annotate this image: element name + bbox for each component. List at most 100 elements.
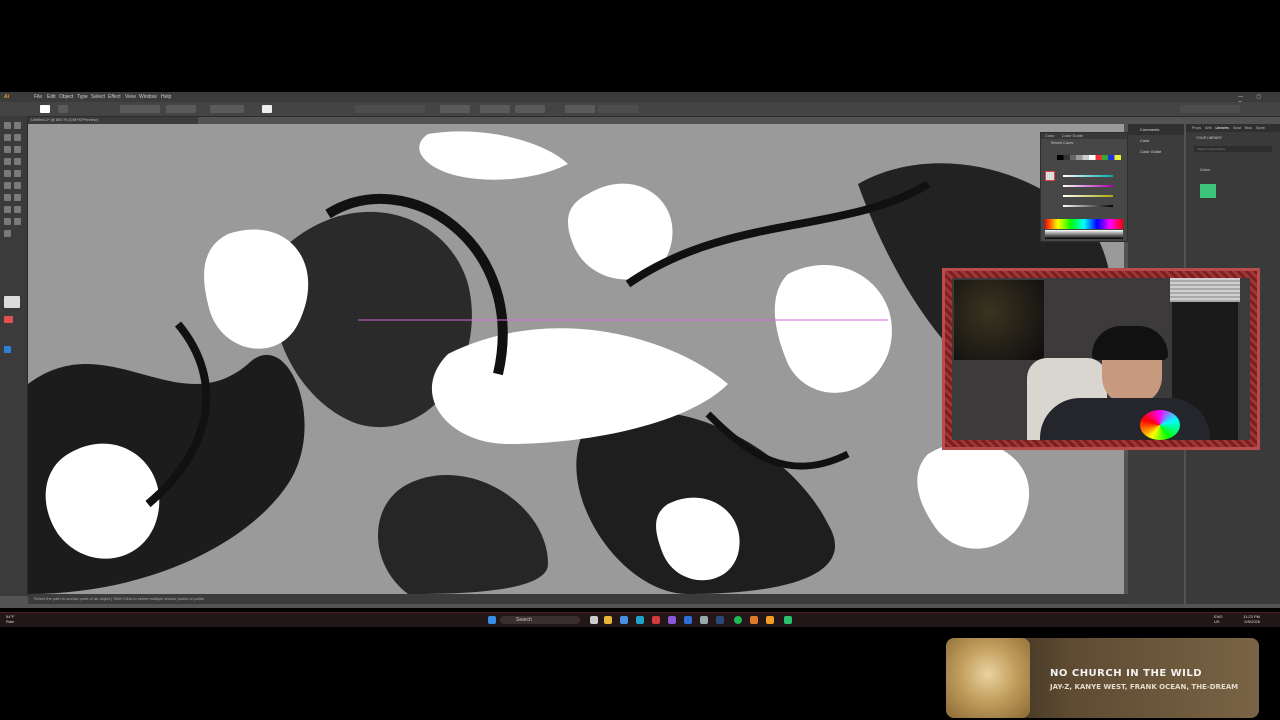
edge-icon[interactable] [636,616,644,624]
pencil-tool-icon[interactable] [14,158,21,165]
menu-type[interactable]: Type [77,94,88,100]
menu-edit[interactable]: Edit [47,94,56,100]
gradient-tool-icon[interactable] [14,194,21,201]
illustrator-taskbar-icon[interactable] [766,616,774,624]
webcam-feed [952,278,1250,440]
tab-artboards[interactable]: Artb [1205,126,1211,130]
brush-tool-icon[interactable] [4,158,11,165]
color-white-bar[interactable] [1045,230,1123,239]
window-blinds [1170,278,1240,302]
weather-widget[interactable]: 54°F Rain [6,614,15,624]
tools-panel [0,116,28,596]
app-orange-icon[interactable] [750,616,758,624]
recent-colors-label: Recent Colors [1051,141,1074,145]
eraser-tool-icon[interactable] [4,170,11,177]
store-icon[interactable] [620,616,628,624]
app-green-icon[interactable] [784,616,792,624]
file-explorer-icon[interactable] [604,616,612,624]
color-slider-4[interactable] [1063,205,1113,207]
type-tool-icon[interactable] [14,134,21,141]
menu-file[interactable]: File [34,94,42,100]
window-night-view [954,280,1044,360]
library-title[interactable]: YOUR LIBRARY [1186,132,1280,144]
selection-tool-icon[interactable] [4,122,11,129]
tab-swatches[interactable]: Swat [1233,126,1241,130]
webcam-overlay [942,268,1260,450]
taskbar-search[interactable]: Search [500,616,580,624]
fill-stroke-icon[interactable] [4,296,20,308]
color-spectrum[interactable] [1045,219,1123,229]
tab-symbols[interactable]: Symb [1256,126,1265,130]
rgb-fan [1140,410,1180,440]
tab-libraries[interactable]: Libraries [1216,126,1229,130]
eyedropper-tool-icon[interactable] [4,206,11,213]
tab-brushes[interactable]: Brus [1245,126,1252,130]
control-bar [0,102,1280,117]
opacity-field[interactable] [210,105,244,113]
tab-color-guide[interactable]: Color Guide [1062,133,1083,138]
hand-tool-icon[interactable] [14,218,21,225]
dock-color[interactable]: Color [1128,135,1184,146]
draw-mode-icon[interactable] [4,316,13,323]
direct-selection-tool-icon[interactable] [14,122,21,129]
track-title: NO CHURCH IN THE WILD [1050,668,1203,679]
y-field[interactable] [480,105,510,113]
status-bar: Select the path to anchor point of an ob… [28,594,1128,604]
transform-controls[interactable] [598,105,638,113]
color-slider-1[interactable] [1063,175,1113,177]
album-cover [946,638,1030,718]
menu-object[interactable]: Object [59,94,73,100]
blend-tool-icon[interactable] [14,206,21,213]
fill-swatch[interactable] [40,105,50,113]
zoom-tool-icon[interactable] [4,230,11,237]
menu-select[interactable]: Select [91,94,105,100]
pen-tool-icon[interactable] [4,134,11,141]
shape-builder-tool-icon[interactable] [4,194,11,201]
ai-logo[interactable]: Ai [4,94,9,100]
task-view-icon[interactable] [590,616,598,624]
artboard-tool-icon[interactable] [4,218,11,225]
variable-width-profile[interactable] [166,105,196,113]
tab-color[interactable]: Color [1045,133,1055,138]
line-tool-icon[interactable] [4,146,11,153]
menu-help[interactable]: Help [161,94,171,100]
spotify-icon[interactable] [734,616,742,624]
scale-tool-icon[interactable] [4,182,11,189]
fill-stroke-mini-icon[interactable] [1045,171,1055,181]
library-colors-label: Colors [1200,168,1211,172]
dock-color-guide[interactable]: Color Guide [1128,146,1184,157]
windows-taskbar: 54°F Rain Search ENG US 11:23 PM 5/5/202… [0,612,1280,627]
screen-mode-icon[interactable] [4,346,11,353]
tab-comments[interactable]: Comments [1128,124,1184,135]
app-steam-icon[interactable] [716,616,724,624]
x-field[interactable] [440,105,470,113]
rectangle-tool-icon[interactable] [14,146,21,153]
tray-lang[interactable]: ENG US [1214,614,1223,624]
recent-color-swatches[interactable] [1057,155,1121,160]
library-color-swatch[interactable] [1200,184,1216,198]
color-slider-3[interactable] [1063,195,1113,197]
color-panel: Color Color Guide Recent Colors [1040,132,1128,242]
align-controls[interactable] [355,105,425,113]
width-tool-icon[interactable] [14,182,21,189]
w-field[interactable] [515,105,545,113]
menu-window[interactable]: Window [139,94,157,100]
settings-icon[interactable] [700,616,708,624]
color-slider-2[interactable] [1063,185,1113,187]
menu-effect[interactable]: Effect [108,94,121,100]
app-blue-icon[interactable] [684,616,692,624]
taskbar-clock[interactable]: 11:23 PM 5/5/2026 [1243,614,1260,624]
stroke-swatch[interactable] [58,105,68,113]
library-search[interactable]: Search current library [1194,146,1272,152]
app-purple-icon[interactable] [668,616,676,624]
menu-bar: Ai File Edit Object Type Select Effect V… [0,92,1280,106]
app-red-icon[interactable] [652,616,660,624]
search-help-icon[interactable] [1180,105,1240,113]
style-swatch[interactable] [262,105,272,113]
h-field[interactable] [565,105,595,113]
menu-view[interactable]: View [125,94,136,100]
rotate-tool-icon[interactable] [14,170,21,177]
stroke-weight-field[interactable] [120,105,160,113]
tab-properties[interactable]: Props [1192,126,1201,130]
start-icon[interactable] [488,616,496,624]
